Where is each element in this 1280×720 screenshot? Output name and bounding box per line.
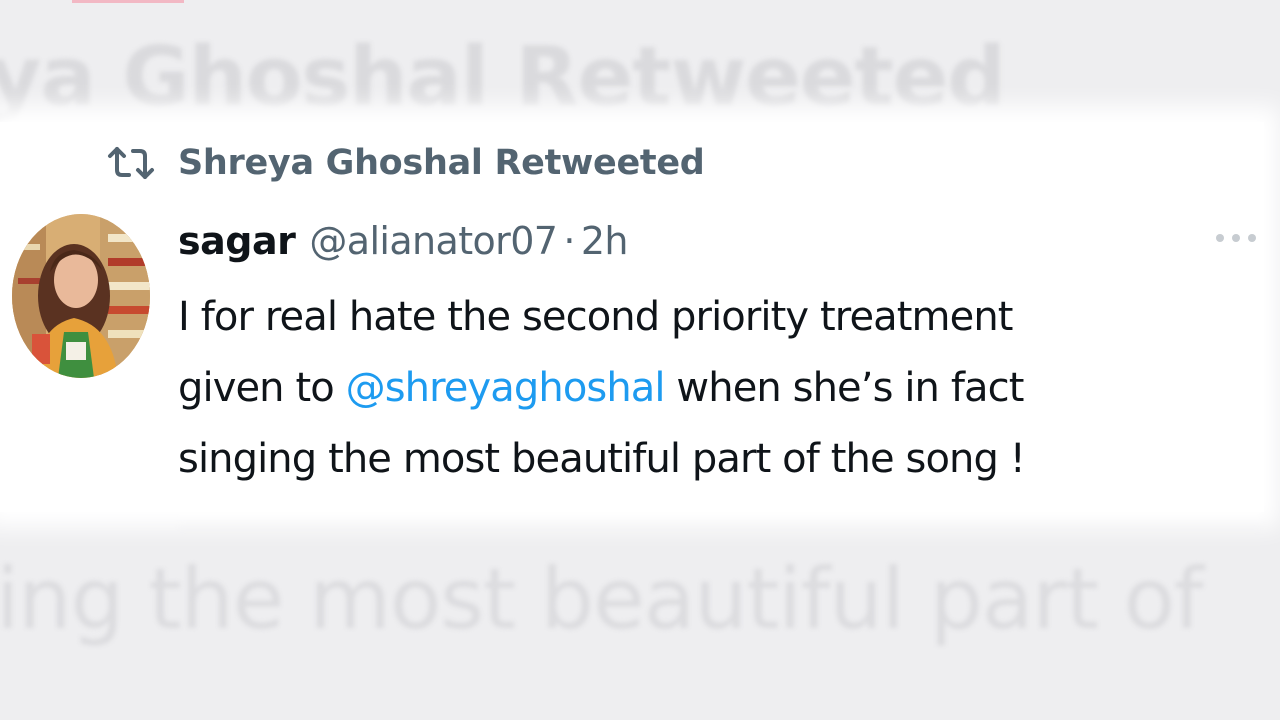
- author-handle[interactable]: @alianator07: [309, 219, 558, 263]
- author-name[interactable]: sagar: [178, 219, 296, 263]
- tweet-text-line-1: I for real hate the second priority trea…: [178, 294, 1013, 340]
- mention-link[interactable]: @shreyaghoshal: [346, 365, 666, 411]
- background-ghost-text-bottom: ing the most beautiful part of: [0, 550, 1204, 648]
- more-options-icon[interactable]: [1210, 228, 1262, 248]
- top-accent-bar: [72, 0, 184, 3]
- tweet-text-line-3: singing the most beautiful part of the s…: [178, 436, 1026, 482]
- tweet-header: sagar @alianator07 · 2h: [178, 212, 628, 270]
- avatar[interactable]: [12, 214, 150, 378]
- tweet-text-line-2-start: given to: [178, 365, 346, 411]
- tweet-text-line-2-end: when she’s in fact: [664, 365, 1024, 411]
- tweet-text: I for real hate the second priority trea…: [178, 282, 1258, 495]
- background-ghost-text-top: ya Ghoshal Retweeted: [0, 30, 1006, 125]
- meta-separator: ·: [563, 219, 575, 263]
- retweet-context[interactable]: Shreya Ghoshal Retweeted: [106, 140, 705, 186]
- retweet-label[interactable]: Shreya Ghoshal Retweeted: [178, 143, 705, 183]
- retweet-icon: [106, 146, 156, 180]
- screenshot-stage: ya Ghoshal Retweeted ing the most beauti…: [0, 0, 1280, 720]
- tweet-timestamp[interactable]: 2h: [581, 219, 629, 263]
- tweet-text-line-2: given to @shreyaghoshal when she’s in fa…: [178, 353, 1258, 424]
